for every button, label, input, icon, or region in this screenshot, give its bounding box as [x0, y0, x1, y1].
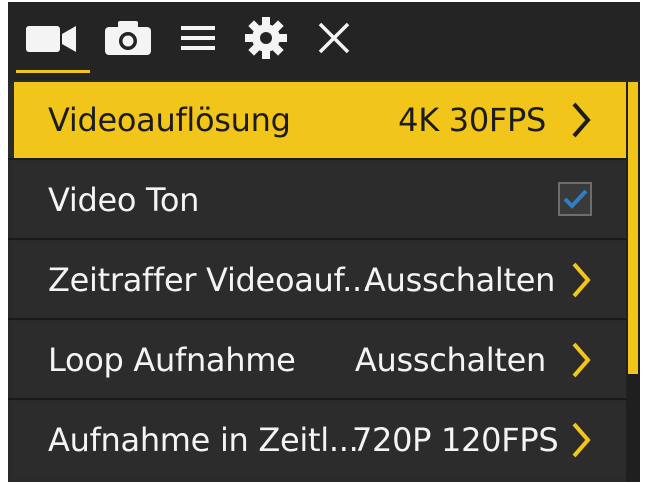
item-label: Videoauflösung: [48, 101, 291, 139]
item-label: Loop Aufnahme: [48, 341, 296, 379]
chevron-right-icon: [572, 422, 591, 458]
item-label: Video Ton: [48, 181, 200, 219]
close-icon[interactable]: [310, 16, 358, 60]
item-value: 4K 30FPS: [398, 101, 546, 139]
list-item-video-resolution[interactable]: Videoauflösung 4K 30FPS: [14, 82, 626, 158]
camera-settings-screen: Videoauflösung 4K 30FPS Video Ton Zeitra…: [8, 2, 640, 482]
chevron-right-icon: [572, 262, 591, 298]
settings-list: Videoauflösung 4K 30FPS Video Ton Zeitra…: [8, 82, 626, 482]
video-camera-icon[interactable]: [20, 16, 84, 60]
checkmark-icon: [563, 189, 588, 209]
list-item-slow-motion-recording[interactable]: Aufnahme in Zeitl... 720P 120FPS: [14, 402, 626, 478]
photo-camera-icon[interactable]: [98, 16, 158, 60]
list-item-video-sound[interactable]: Video Ton: [14, 162, 626, 238]
item-value: Ausschalten: [364, 261, 556, 299]
divider: [8, 398, 626, 400]
scrollbar-thumb[interactable]: [628, 82, 638, 374]
item-value: Ausschalten: [354, 341, 546, 379]
list-item-timelapse-video[interactable]: Zeitraffer Videoauf... Ausschalten: [14, 242, 626, 318]
divider: [8, 238, 626, 240]
chevron-right-icon: [572, 102, 591, 138]
video-sound-checkbox[interactable]: [558, 182, 592, 216]
divider: [8, 158, 626, 160]
menu-icon[interactable]: [174, 16, 222, 60]
list-item-loop-recording[interactable]: Loop Aufnahme Ausschalten: [14, 322, 626, 398]
divider: [8, 318, 626, 320]
chevron-right-icon: [572, 342, 591, 378]
scrollbar[interactable]: [626, 82, 640, 482]
item-label: Zeitraffer Videoauf...: [48, 261, 372, 299]
active-tab-indicator: [16, 70, 90, 73]
item-value: 720P 120FPS: [352, 421, 559, 459]
gear-icon[interactable]: [238, 16, 294, 60]
item-label: Aufnahme in Zeitl...: [48, 421, 359, 459]
tab-bar: [8, 2, 640, 80]
